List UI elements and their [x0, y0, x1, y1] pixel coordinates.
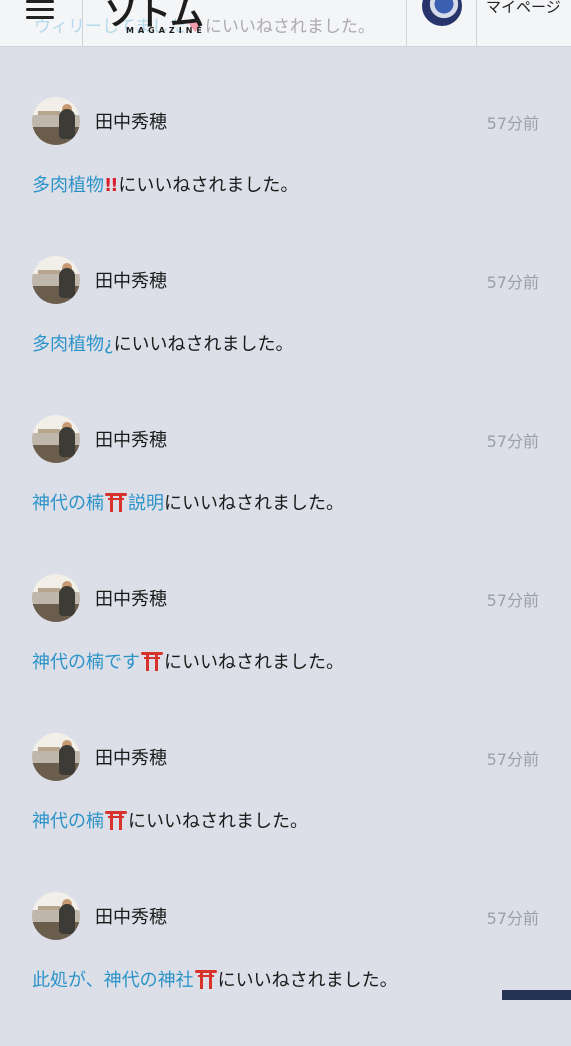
timestamp: 57分前 — [486, 114, 539, 133]
torii-icon — [105, 492, 127, 512]
notification-suffix: にいいねされました。 — [128, 811, 308, 832]
double-exclamation-icon: !! — [104, 175, 118, 196]
user-name[interactable]: 田中秀穂 — [95, 267, 167, 293]
avatar[interactable] — [32, 415, 80, 463]
avatar[interactable] — [32, 574, 80, 622]
user-name[interactable]: 田中秀穂 — [95, 585, 167, 611]
avatar[interactable] — [32, 733, 80, 781]
header-divider — [82, 0, 83, 46]
timestamp: 57分前 — [486, 909, 539, 928]
post-title-link[interactable]: 神代の楠です — [32, 652, 140, 673]
notification-suffix: にいいねされました。 — [217, 970, 398, 991]
notification-message: 神代の楠です にいいねされました。 — [32, 648, 344, 674]
notification-message: 神代の楠 説明にいいねされました。 — [32, 489, 344, 515]
notification-item: 田中秀穂 57分前 神代の楠です にいいねされました。 — [0, 569, 571, 728]
timestamp: 57分前 — [486, 750, 539, 769]
user-name[interactable]: 田中秀穂 — [95, 426, 167, 452]
user-name[interactable]: 田中秀穂 — [95, 108, 167, 134]
header-user-avatar[interactable] — [422, 0, 462, 26]
post-title-link[interactable]: 多肉植物 — [32, 175, 104, 196]
post-title-text-after: 説明 — [128, 493, 164, 514]
floating-button-edge[interactable] — [502, 990, 571, 1000]
avatar[interactable] — [32, 892, 80, 940]
top-header: ウィリーしてました ♥ にいいねされました。 ソトム MAGAZINE マイページ — [0, 0, 571, 47]
post-title-link[interactable]: 此処が、神代の神社 — [32, 970, 194, 991]
timestamp: 57分前 — [486, 273, 539, 292]
post-title-link[interactable]: 神代の楠 説明 — [32, 493, 164, 514]
notification-suffix: にいいねされました。 — [118, 175, 299, 196]
notification-suffix: にいいねされました。 — [164, 493, 344, 514]
avatar[interactable] — [32, 97, 80, 145]
site-logo[interactable]: ソトム MAGAZINE — [104, 0, 240, 46]
post-title-link[interactable]: 神代の楠 — [32, 811, 104, 832]
post-title-text: 神代の楠 — [32, 493, 104, 514]
notification-item: 田中秀穂 57分前 神代の楠 説明にいいねされました。 — [0, 410, 571, 569]
notification-item: 田中秀穂 57分前 多肉植物!! にいいねされました。 — [0, 92, 571, 251]
notification-message: 此処が、神代の神社 にいいねされました。 — [32, 966, 398, 992]
timestamp: 57分前 — [486, 432, 539, 451]
header-divider — [476, 0, 477, 46]
torii-icon — [105, 810, 127, 830]
notification-suffix: にいいねされました。 — [113, 334, 294, 355]
header-divider — [406, 0, 407, 46]
user-name[interactable]: 田中秀穂 — [95, 903, 167, 929]
notification-message: 多肉植物!! にいいねされました。 — [32, 171, 298, 197]
notification-item: 田中秀穂 57分前 此処が、神代の神社 にいいねされました。 — [0, 887, 571, 1046]
torii-icon — [194, 969, 217, 989]
notification-item: 田中秀穂 57分前 神代の楠 にいいねされました。 — [0, 728, 571, 887]
notification-message: 多肉植物¿にいいねされました。 — [32, 330, 294, 356]
notification-item: 田中秀穂 57分前 多肉植物¿にいいねされました。 — [0, 251, 571, 410]
user-name[interactable]: 田中秀穂 — [95, 744, 167, 770]
mypage-link[interactable]: マイページ — [486, 0, 561, 17]
avatar[interactable] — [32, 256, 80, 304]
post-title-link[interactable]: 多肉植物¿ — [32, 334, 114, 355]
logo-subtitle: MAGAZINE — [126, 26, 206, 35]
torii-icon — [141, 651, 163, 671]
notification-message: 神代の楠 にいいねされました。 — [32, 807, 308, 833]
notification-suffix: にいいねされました。 — [164, 652, 344, 673]
hamburger-menu-icon[interactable] — [26, 0, 56, 20]
timestamp: 57分前 — [486, 591, 539, 610]
